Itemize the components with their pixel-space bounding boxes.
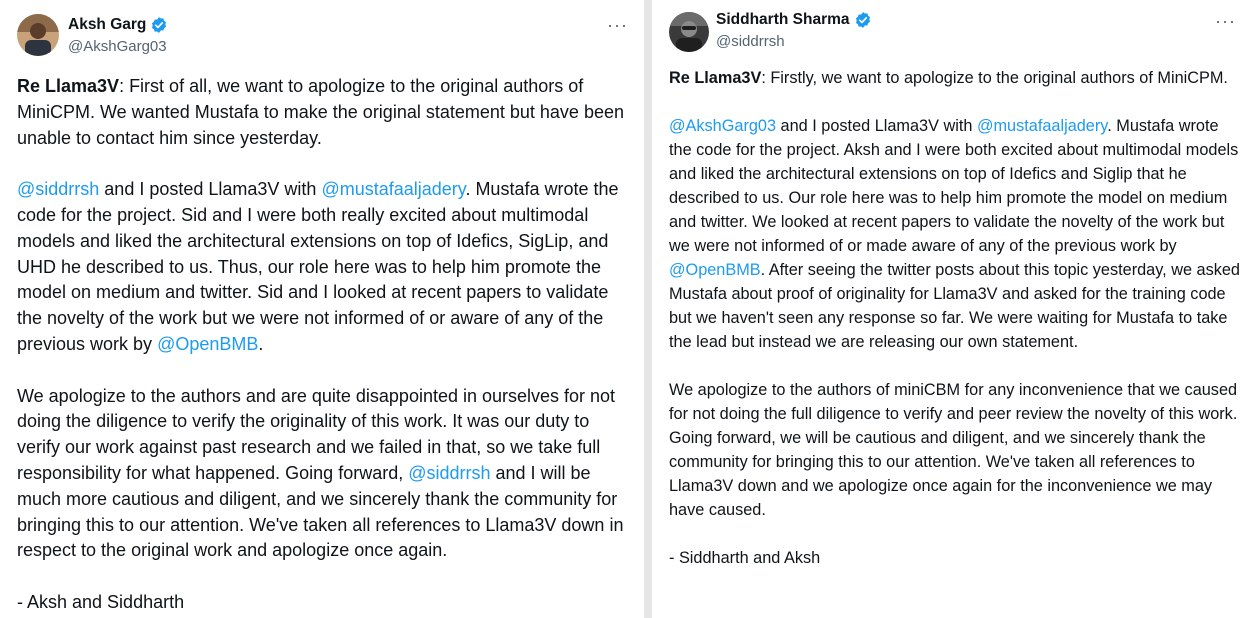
- paragraph-text: : Firstly, we want to apologize to the o…: [761, 69, 1228, 87]
- paragraph-3: We apologize to the authors of miniCBM f…: [669, 378, 1241, 522]
- paragraph-2: @siddrrsh and I posted Llama3V with @mus…: [17, 177, 629, 358]
- paragraph-text: and I posted Llama3V with: [776, 117, 977, 135]
- avatar[interactable]: [669, 12, 709, 52]
- mention-link[interactable]: @siddrrsh: [408, 463, 490, 483]
- verified-badge-icon: [152, 17, 167, 33]
- author-name[interactable]: Aksh Garg: [68, 16, 146, 34]
- author-name-row: Siddharth Sharma: [716, 11, 872, 29]
- tweet-body: Re Llama3V: Firstly, we want to apologiz…: [669, 66, 1241, 594]
- signature: - Aksh and Siddharth: [17, 591, 185, 612]
- mention-link[interactable]: @mustafaaljadery: [321, 179, 465, 199]
- paragraph-text: .: [258, 333, 264, 354]
- paragraph-2: @AkshGarg03 and I posted Llama3V with @m…: [669, 114, 1241, 354]
- paragraph-text: . Mustafa wrote the code for the project…: [669, 117, 1239, 255]
- title-lead: Re Llama3V: [669, 69, 762, 87]
- paragraph-1: Re Llama3V: Firstly, we want to apologiz…: [669, 66, 1241, 90]
- verified-badge-icon: [855, 12, 870, 28]
- mention-link[interactable]: @mustafaaljadery: [977, 117, 1107, 135]
- paragraph-1: Re Llama3V: First of all, we want to apo…: [17, 74, 629, 151]
- more-options-icon[interactable]: ···: [607, 16, 628, 34]
- title-lead: Re Llama3V: [17, 76, 120, 96]
- signature: - Siddharth and Aksh: [669, 549, 821, 567]
- tweet-card-siddharth: Siddharth Sharma @siddrrsh ··· Re Llama3…: [652, 0, 1252, 618]
- tweet-body: Re Llama3V: First of all, we want to apo…: [17, 74, 629, 618]
- tweet-card-aksh: Aksh Garg @AkshGarg03 ··· Re Llama3V: Fi…: [0, 0, 644, 618]
- mention-link[interactable]: @siddrrsh: [17, 179, 99, 199]
- author-name[interactable]: Siddharth Sharma: [716, 11, 850, 29]
- more-options-icon[interactable]: ···: [1215, 12, 1236, 30]
- mention-link[interactable]: @OpenBMB: [157, 334, 258, 354]
- author-handle[interactable]: @siddrrsh: [716, 33, 785, 50]
- paragraph-text: and I posted Llama3V with: [99, 179, 322, 200]
- paragraph-text: . Mustafa wrote the code for the project…: [17, 179, 619, 354]
- paragraph-4: - Aksh and Siddharth: [17, 590, 629, 616]
- paragraph-text: We apologize to the authors of miniCBM f…: [669, 381, 1238, 519]
- mention-link[interactable]: @AkshGarg03: [669, 117, 776, 135]
- paragraph-3: We apologize to the authors and are quit…: [17, 384, 629, 565]
- author-name-row: Aksh Garg: [68, 16, 168, 34]
- paragraph-4: - Siddharth and Aksh: [669, 546, 1241, 570]
- mention-link[interactable]: @OpenBMB: [669, 261, 761, 279]
- avatar-icon: [669, 12, 709, 52]
- author-handle[interactable]: @AkshGarg03: [68, 38, 167, 55]
- avatar-icon: [17, 14, 59, 56]
- avatar[interactable]: [17, 14, 59, 56]
